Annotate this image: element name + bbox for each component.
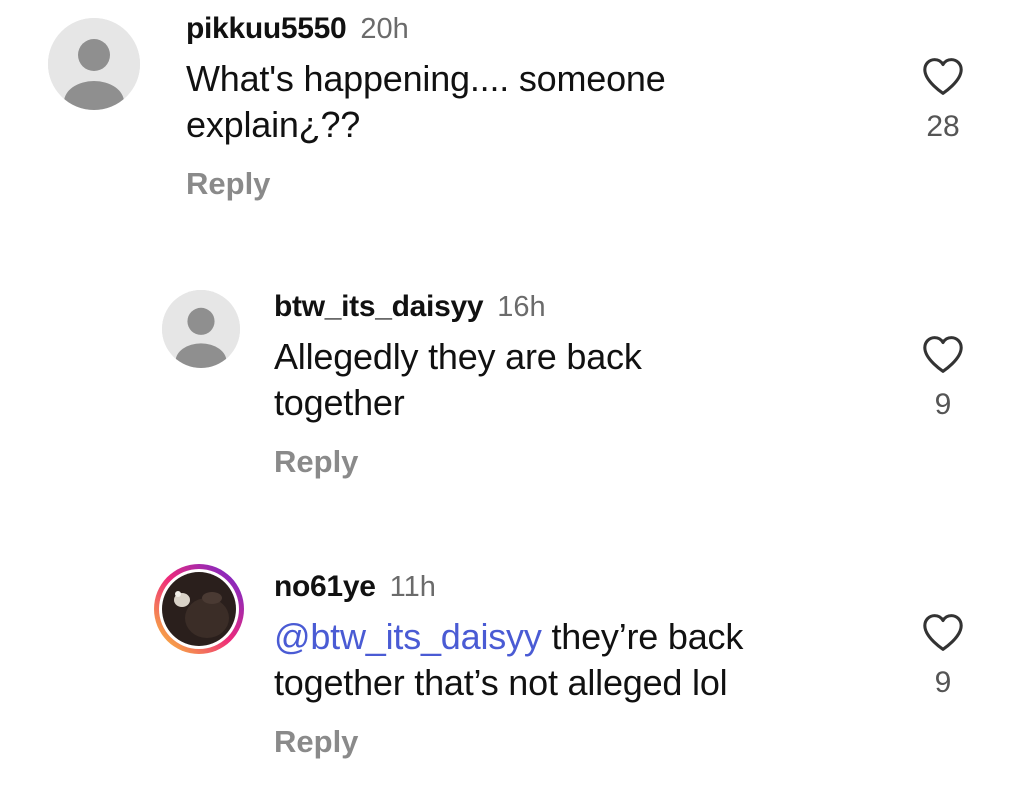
- mention-link[interactable]: @btw_its_daisyy: [274, 616, 542, 657]
- avatar[interactable]: [162, 290, 240, 368]
- comment-item: btw_its_daisyy 16h Allegedly they are ba…: [0, 280, 1024, 520]
- avatar[interactable]: [48, 18, 140, 110]
- default-avatar-icon: [48, 18, 140, 110]
- heart-icon[interactable]: [920, 56, 966, 96]
- username[interactable]: no61ye: [274, 570, 376, 604]
- avatar[interactable]: [152, 562, 246, 656]
- comment-text: Allegedly they are back together: [274, 336, 642, 423]
- comment-text: @btw_its_daisyy they’re back together th…: [274, 616, 744, 703]
- comment-text: What's happening.... someone explain¿??: [186, 58, 666, 145]
- like-count: 9: [934, 388, 952, 421]
- timestamp: 20h: [360, 13, 409, 45]
- username[interactable]: btw_its_daisyy: [274, 290, 484, 324]
- timestamp: 11h: [389, 571, 436, 603]
- like-count: 28: [926, 110, 960, 143]
- heart-icon[interactable]: [920, 612, 966, 652]
- comment-item: pikkuu5550 20h What's happening.... some…: [0, 0, 1024, 240]
- default-avatar-icon: [162, 290, 240, 368]
- like-control: 28: [903, 56, 983, 144]
- like-control: 9: [903, 334, 983, 422]
- like-control: 9: [903, 612, 983, 700]
- comment-item: no61ye 11h @btw_its_daisyy they’re back …: [0, 560, 1024, 802]
- story-ring-avatar: [154, 564, 244, 654]
- heart-icon[interactable]: [920, 334, 966, 374]
- reply-button[interactable]: Reply: [274, 724, 894, 760]
- username[interactable]: pikkuu5550: [186, 12, 347, 46]
- reply-button[interactable]: Reply: [274, 444, 874, 480]
- timestamp: 16h: [497, 291, 546, 323]
- reply-button[interactable]: Reply: [186, 166, 866, 202]
- like-count: 9: [934, 666, 952, 699]
